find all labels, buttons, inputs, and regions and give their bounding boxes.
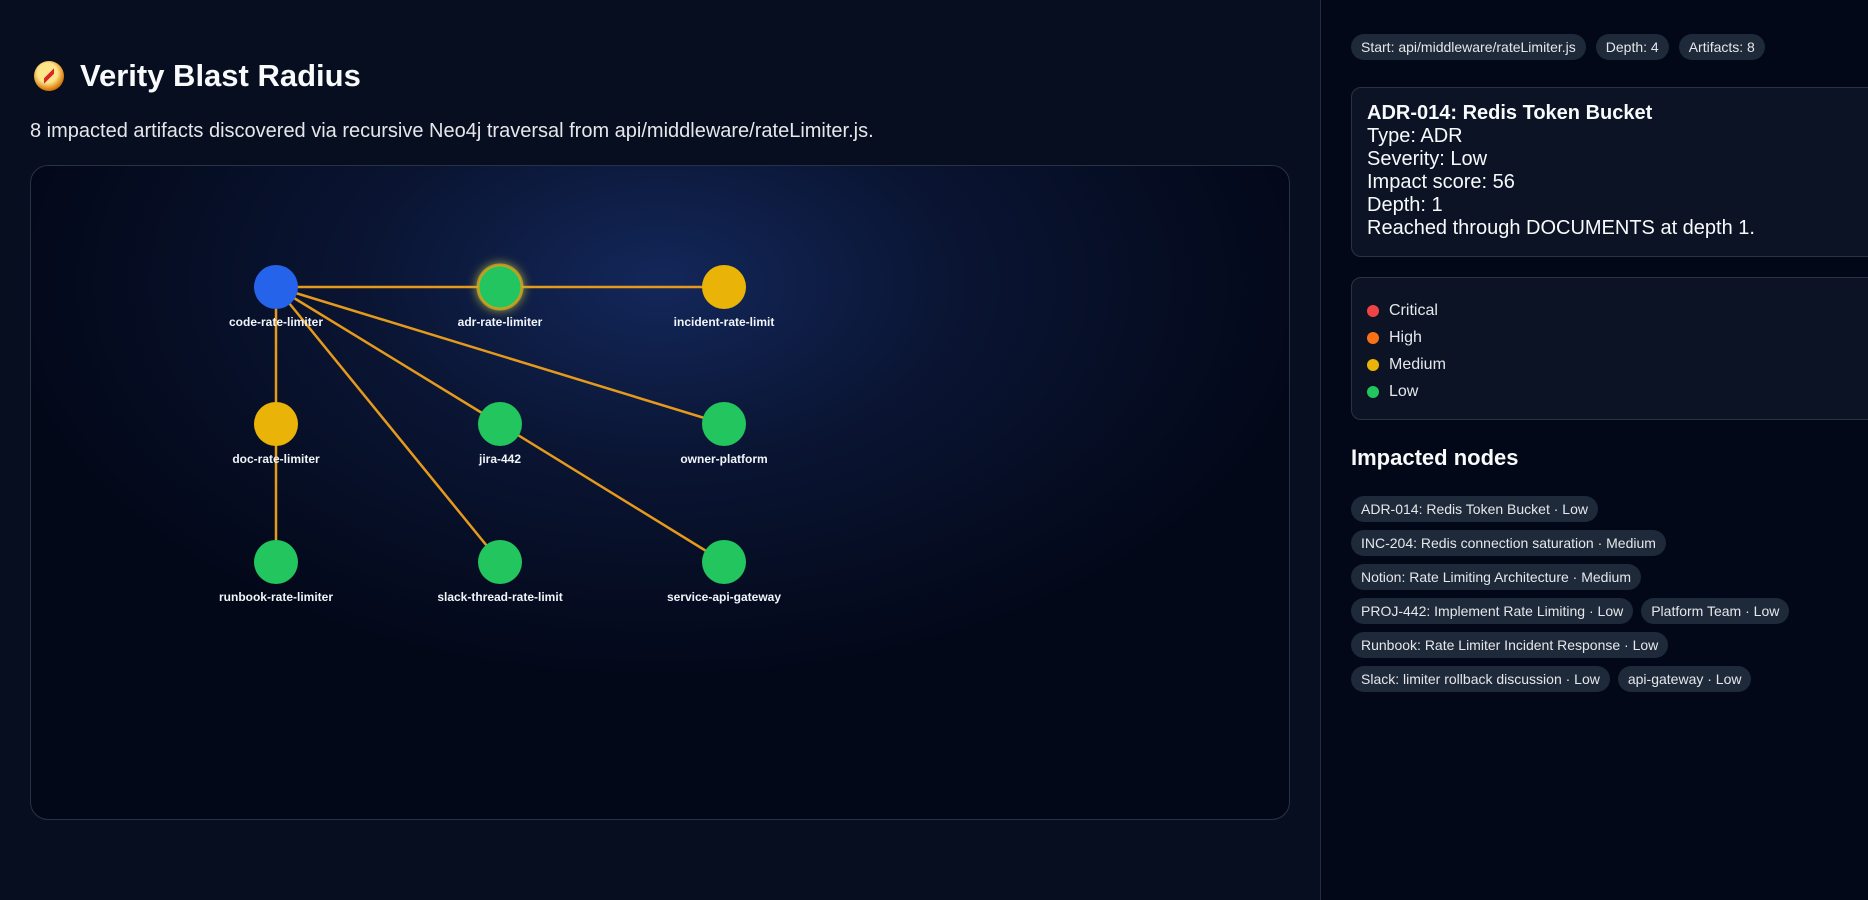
compass-icon [34,61,64,91]
impacted-chip[interactable]: Slack: limiter rollback discussion · Low [1351,666,1610,692]
impacted-chip[interactable]: PROJ-442: Implement Rate Limiting · Low [1351,598,1634,624]
legend-item-medium: Medium [1367,351,1865,378]
graph-node-doc-rate-limiter[interactable]: doc-rate-limiter [232,402,320,466]
legend-dot-low [1367,385,1379,398]
graph-svg[interactable]: code-rate-limiter adr-rate-limiter inciden… [31,166,1290,820]
detail-severity: Severity: Low [1367,148,1488,170]
graph-node-label: slack-thread-rate-limit [437,590,562,604]
graph-node-circle[interactable] [702,402,746,446]
graph-node-label: code-rate-limiter [229,315,323,329]
legend-dot-high [1367,331,1379,344]
impacted-chip[interactable]: INC-204: Redis connection saturation · M… [1351,530,1666,556]
node-detail-card: ADR-014: Redis Token Bucket Type: ADR Se… [1351,87,1868,257]
graph-node-circle[interactable] [702,265,746,309]
detail-depth: Depth: 1 [1367,194,1443,216]
graph-node-circle[interactable] [476,263,524,311]
graph-node-owner-platform[interactable]: owner-platform [680,402,768,466]
graph-node-label: service-api-gateway [667,590,781,604]
page-title: Verity Blast Radius [80,58,361,93]
graph-node-label: doc-rate-limiter [232,452,320,466]
sidebar: Start: api/middleware/rateLimiter.js Dep… [1320,0,1868,900]
detail-title: ADR-014: Redis Token Bucket [1367,102,1653,124]
impacted-chip[interactable]: api-gateway · Low [1617,666,1752,692]
impacted-chip[interactable]: Runbook: Rate Limiter Incident Response … [1351,632,1669,658]
graph-node-runbook-rate-limiter[interactable]: runbook-rate-limiter [219,540,333,604]
depth-pill: Depth: 4 [1595,34,1669,60]
graph-node-jira-442[interactable]: jira-442 [478,402,522,466]
detail-type: Type: ADR [1367,125,1463,147]
graph-node-label: runbook-rate-limiter [219,590,333,604]
graph-canvas[interactable]: code-rate-limiter adr-rate-limiter inciden… [30,165,1290,820]
stats-row: Start: api/middleware/rateLimiter.js Dep… [1351,34,1765,60]
legend-item-high: High [1367,324,1865,351]
graph-node-adr-rate-limiter[interactable]: adr-rate-limiter [458,263,543,329]
graph-node-circle[interactable] [254,540,298,584]
impacted-chip[interactable]: Notion: Rate Limiting Architecture · Med… [1351,564,1641,590]
detail-reached: Reached through DOCUMENTS at depth 1. [1367,217,1755,239]
legend-item-low: Low [1367,378,1865,405]
legend-label: Low [1389,382,1419,400]
graph-node-service-api-gateway[interactable]: service-api-gateway [667,540,781,604]
node-layer: code-rate-limiter adr-rate-limiter inciden… [219,263,781,604]
legend-dot-critical [1367,304,1379,317]
graph-node-circle[interactable] [254,265,298,309]
start-pill: Start: api/middleware/rateLimiter.js [1351,34,1586,60]
graph-node-label: jira-442 [478,452,521,466]
graph-node-label: adr-rate-limiter [458,315,543,329]
legend-dot-medium [1367,358,1379,371]
legend-label: High [1389,328,1422,346]
page-subtitle: 8 impacted artifacts discovered via recu… [30,120,874,142]
graph-node-circle[interactable] [254,402,298,446]
header: Verity Blast Radius [34,58,361,94]
legend-item-critical: Critical [1367,297,1865,324]
graph-node-label: incident-rate-limit [674,315,775,329]
impacted-nodes-heading: Impacted nodes [1351,445,1519,470]
legend-label: Critical [1389,301,1438,319]
graph-node-circle[interactable] [478,402,522,446]
impacted-chip[interactable]: Platform Team · Low [1641,598,1790,624]
graph-node-incident-rate-limit[interactable]: incident-rate-limit [674,265,775,329]
legend-label: Medium [1389,355,1446,373]
severity-legend: Critical High Medium Low [1351,277,1868,420]
graph-node-label: owner-platform [680,452,767,466]
graph-edge-jira-442-to-service-api-gateway [499,422,725,564]
graph-node-slack-thread-rate-limit[interactable]: slack-thread-rate-limit [437,540,563,604]
graph-edge-code-rate-limiter-to-jira-442 [275,285,501,426]
impacted-chip[interactable]: ADR-014: Redis Token Bucket · Low [1351,496,1598,522]
graph-node-circle[interactable] [478,540,522,584]
impacted-nodes-list: ADR-014: Redis Token Bucket · Low INC-20… [1351,496,1821,692]
main-panel: Verity Blast Radius 8 impacted artifacts… [0,0,1320,900]
detail-impact-score: Impact score: 56 [1367,171,1515,193]
graph-node-circle[interactable] [702,540,746,584]
artifacts-pill: Artifacts: 8 [1678,34,1765,60]
